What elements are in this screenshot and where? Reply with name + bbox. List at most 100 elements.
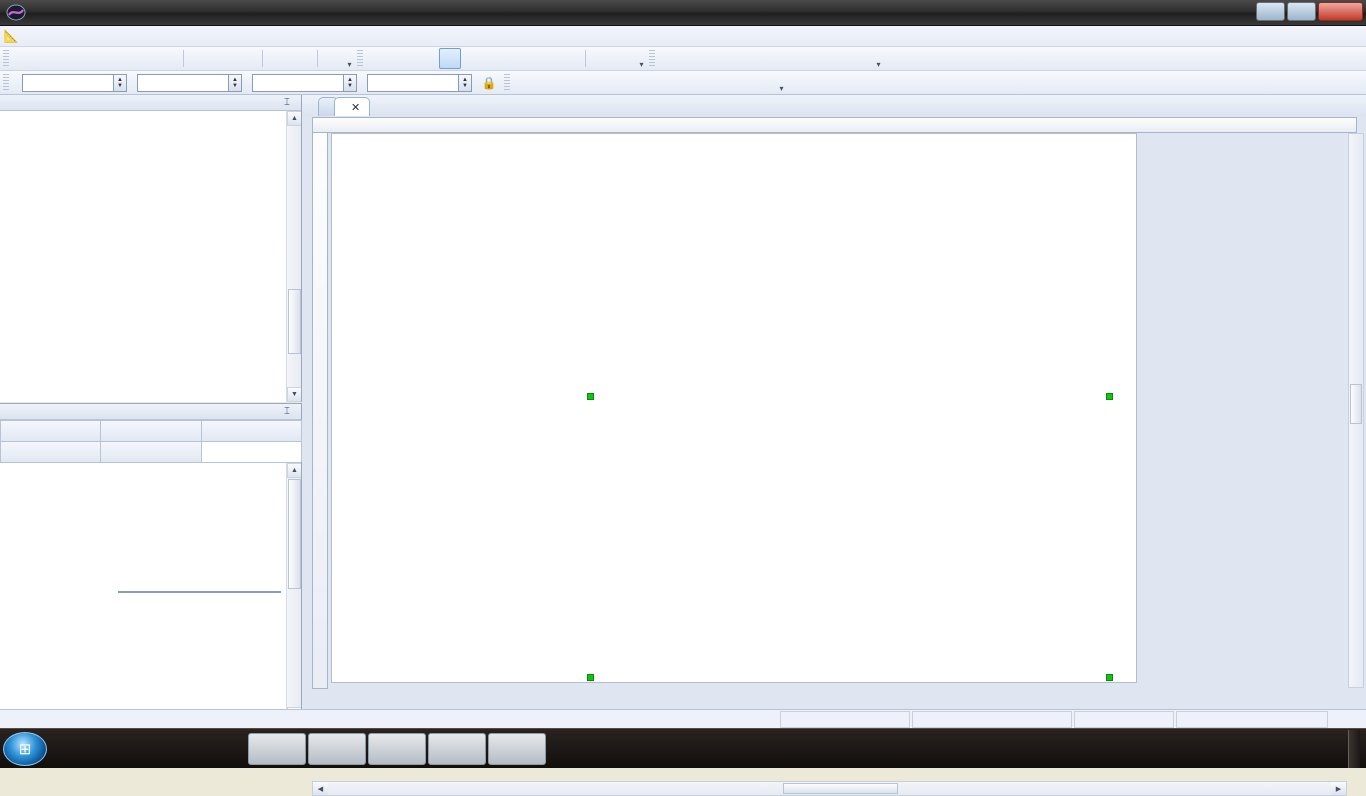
taskbar-app-save-icon[interactable] <box>248 732 306 765</box>
text-icon[interactable] <box>659 48 681 69</box>
toolbar-grip-standard[interactable] <box>3 49 9 68</box>
fit-window-icon[interactable] <box>511 48 533 69</box>
menu-tools[interactable] <box>150 34 166 38</box>
taskbar-app-word-icon[interactable] <box>488 732 546 765</box>
document-vscroll-thumb[interactable] <box>1350 384 1362 424</box>
h-input[interactable] <box>367 73 459 92</box>
export-icon[interactable] <box>133 48 155 69</box>
toolbar-overflow-view[interactable]: ▾ <box>637 49 646 69</box>
menu-geoprocessing[interactable] <box>134 34 150 38</box>
menu-grid[interactable] <box>102 34 118 38</box>
toolbar-grip-draw[interactable] <box>649 49 655 68</box>
property-grid-scrollbar[interactable]: ▲ ▼ <box>286 463 301 722</box>
3d-wireframe-icon[interactable] <box>706 72 728 93</box>
toolbar-overflow-map[interactable]: ▾ <box>777 73 786 93</box>
document-tab-geoterm[interactable]: ✕ <box>334 97 371 116</box>
post-map-icon[interactable] <box>586 72 608 93</box>
menu-file[interactable] <box>22 34 38 38</box>
x-input[interactable] <box>22 73 114 92</box>
zoom-out-icon[interactable] <box>415 48 437 69</box>
image-map-icon[interactable] <box>634 72 656 93</box>
ellipse-icon[interactable] <box>803 48 825 69</box>
app-menu-icon[interactable]: 📐 <box>0 29 22 43</box>
yandex-browser-icon[interactable] <box>207 732 247 766</box>
geothermal-contour-map[interactable] <box>332 134 1138 684</box>
hscroll-right-arrow[interactable]: ▶ <box>1331 782 1346 795</box>
help-pointer-icon[interactable] <box>322 48 344 69</box>
taskbar-app-surfer-icon[interactable] <box>368 732 426 765</box>
menu-window[interactable] <box>166 34 182 38</box>
taskbar-app-utility-icon[interactable] <box>308 732 366 765</box>
h-spinner[interactable]: ▲ ▼ <box>459 73 472 92</box>
plot-canvas[interactable] <box>328 133 1357 689</box>
paste-icon[interactable] <box>236 48 258 69</box>
start-orb-icon[interactable]: ⊞ <box>3 731 47 766</box>
property-grid-scroll-thumb[interactable] <box>288 479 301 589</box>
selection-handle-right[interactable] <box>1106 393 1113 400</box>
scale-bar-icon[interactable] <box>754 72 776 93</box>
maximize-button[interactable] <box>1287 2 1316 21</box>
selection-handle-bottom-left[interactable] <box>587 674 594 681</box>
toolbar-overflow-draw[interactable]: ▾ <box>874 49 883 69</box>
spline-icon[interactable] <box>827 48 849 69</box>
tab-coordinate-system[interactable] <box>100 420 202 441</box>
lock-aspect-icon[interactable]: 🔒 <box>478 72 500 93</box>
pan-hand-icon[interactable] <box>559 48 581 69</box>
menu-view[interactable] <box>54 34 70 38</box>
w-spinner[interactable]: ▲ ▼ <box>344 73 357 92</box>
zoom-realtime-icon[interactable] <box>535 48 557 69</box>
object-tree-scroll-thumb[interactable] <box>288 289 301 354</box>
close-button[interactable] <box>1318 2 1363 21</box>
chrome-icon[interactable] <box>127 732 167 766</box>
rounded-rect-icon[interactable] <box>779 48 801 69</box>
open-icon[interactable] <box>61 48 83 69</box>
menu-edit[interactable] <box>38 34 54 38</box>
w-input[interactable] <box>252 73 344 92</box>
menu-help[interactable] <box>182 34 198 38</box>
object-tree[interactable]: ▲ ▼ <box>0 111 301 402</box>
internet-explorer-icon[interactable] <box>47 732 87 766</box>
refresh-icon[interactable] <box>614 48 636 69</box>
undo-icon[interactable] <box>267 48 289 69</box>
y-spinner[interactable]: ▲ ▼ <box>229 73 242 92</box>
polygon-icon[interactable] <box>683 48 705 69</box>
selection-handle-bottom-right[interactable] <box>1106 674 1113 681</box>
taskbar-app-notepad-icon[interactable] <box>428 732 486 765</box>
3d-surface-icon[interactable] <box>730 72 752 93</box>
object-tree-scroll-up[interactable]: ▲ <box>287 111 301 126</box>
tab-scroll-left-icon[interactable] <box>302 97 318 116</box>
object-manager-pin-icon[interactable]: ⌶ <box>284 97 290 108</box>
toolbar-grip-coords[interactable] <box>3 73 9 92</box>
new-icon[interactable] <box>13 48 35 69</box>
tab-general[interactable] <box>0 441 102 462</box>
cut-icon[interactable] <box>188 48 210 69</box>
worksheet-icon[interactable] <box>37 48 59 69</box>
reshape-icon[interactable] <box>851 48 873 69</box>
redo-icon[interactable] <box>291 48 313 69</box>
page-setup-icon[interactable] <box>157 48 179 69</box>
tab-symbol[interactable] <box>100 441 202 462</box>
shaded-relief-icon[interactable] <box>658 72 680 93</box>
toolbar-overflow-standard[interactable]: ▾ <box>345 49 354 69</box>
zoom-rectangle-icon[interactable] <box>463 48 485 69</box>
vector-map-icon[interactable] <box>682 72 704 93</box>
property-grid-scroll-up[interactable]: ▲ <box>287 463 301 478</box>
document-tab-close-icon[interactable]: ✕ <box>351 101 360 114</box>
copy-icon[interactable] <box>212 48 234 69</box>
object-tree-scrollbar[interactable]: ▲ ▼ <box>286 111 301 402</box>
horizontal-scrollbar[interactable]: ◀ ▶ <box>312 781 1347 796</box>
menu-draw[interactable] <box>70 34 86 38</box>
symbol-icon[interactable] <box>731 48 753 69</box>
property-manager-pin-icon[interactable]: ⌶ <box>284 406 290 417</box>
zoom-selected-icon[interactable] <box>439 48 461 69</box>
hscroll-thumb[interactable] <box>783 783 898 794</box>
plot-page[interactable] <box>331 133 1137 683</box>
object-tree-scroll-down[interactable]: ▼ <box>287 387 301 402</box>
tab-scroll-right-icon[interactable] <box>1348 95 1364 114</box>
explorer-folder-icon[interactable] <box>87 732 127 766</box>
x-spinner[interactable]: ▲ ▼ <box>114 73 127 92</box>
print-icon[interactable] <box>109 48 131 69</box>
show-desktop-button[interactable] <box>1348 729 1360 768</box>
base-map2-icon[interactable] <box>538 72 560 93</box>
tab-info[interactable] <box>200 420 302 441</box>
